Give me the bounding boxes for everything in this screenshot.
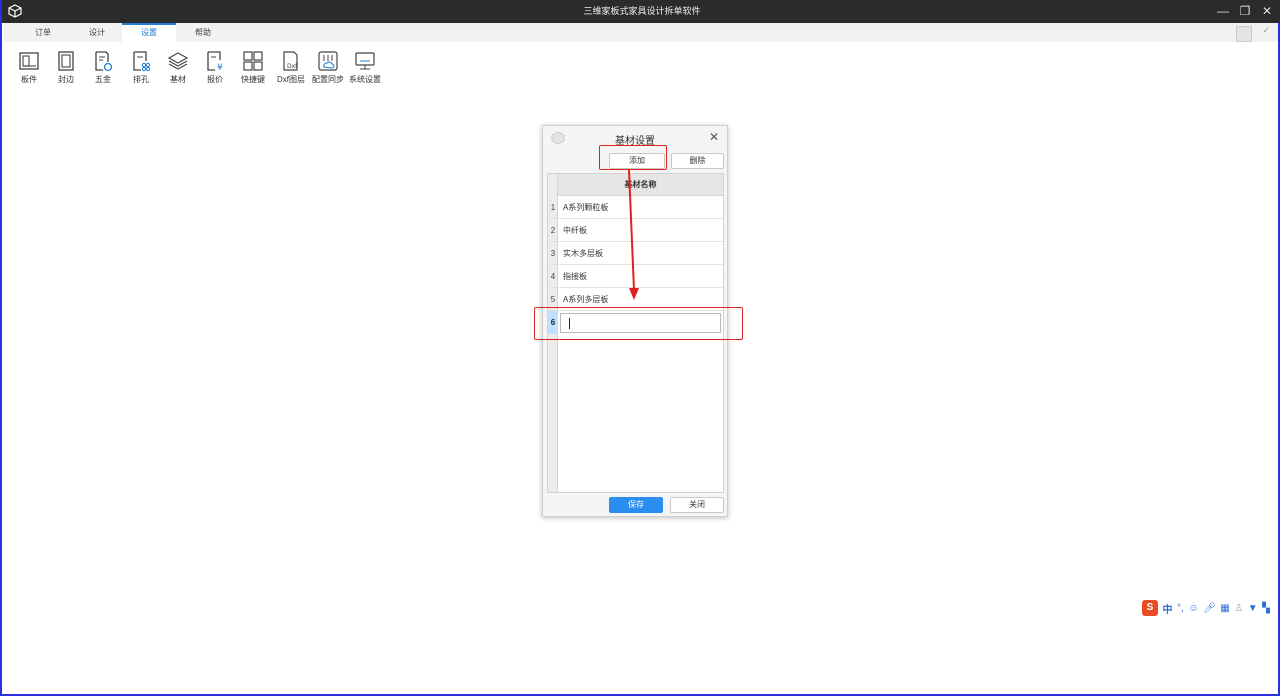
tool-system-settings[interactable]: 系统设置	[346, 50, 384, 98]
hardware-icon	[95, 51, 113, 72]
table-row[interactable]: 1 A系列颗粒板	[548, 196, 723, 219]
material-name-cell[interactable]: A系列颗粒板	[563, 196, 608, 219]
hole-layout-icon	[133, 51, 151, 72]
column-header-name[interactable]: 基材名称	[558, 174, 723, 196]
table-row[interactable]: 2 中纤板	[548, 219, 723, 242]
input-mode-toggle[interactable]: 中	[1163, 601, 1173, 616]
tab-settings[interactable]: 设置	[122, 23, 176, 42]
chevron-check-icon[interactable]: ✓	[1262, 25, 1270, 36]
table-row[interactable]: 3 实木多层板	[548, 242, 723, 265]
shortcut-grid-icon	[243, 51, 263, 71]
dxf-icon: Dxf	[283, 51, 298, 71]
tool-quote[interactable]: ¥ 报价	[196, 50, 234, 98]
row-number: 1	[550, 203, 556, 212]
tab-design[interactable]: 设计	[70, 23, 124, 42]
minimize-button[interactable]: —	[1212, 0, 1234, 23]
annotation-highlight-add	[599, 145, 667, 170]
tool-label: 快捷键	[241, 75, 265, 84]
save-button[interactable]: 保存	[609, 497, 663, 513]
title-bar: 三维家板式家具设计拆单软件 — ❐ ✕	[2, 0, 1280, 23]
tool-label: Dxf图层	[277, 75, 305, 84]
close-window-button[interactable]: ✕	[1256, 0, 1278, 23]
svg-text:Dxf: Dxf	[287, 63, 298, 70]
row-number: 3	[550, 249, 556, 258]
tool-label: 配置同步	[312, 75, 344, 84]
annotation-highlight-new-row	[534, 307, 743, 340]
settings-toolbar: 板件 封边 五金 排孔 基材 ¥ 报价 快捷键 Dxf Dxf图层 配置同步 系…	[4, 42, 1278, 98]
tool-board[interactable]: 板件	[10, 50, 48, 98]
tab-order[interactable]: 订单	[16, 23, 70, 42]
delete-button[interactable]: 删除	[671, 153, 724, 169]
material-name-cell[interactable]: 指接板	[563, 265, 587, 288]
monitor-icon	[355, 52, 375, 70]
tool-edge-banding[interactable]: 封边	[47, 50, 85, 98]
tool-label: 板件	[21, 75, 37, 84]
tool-label: 报价	[207, 75, 223, 84]
row-number: 4	[550, 272, 556, 281]
close-icon[interactable]: ✕	[709, 130, 719, 144]
quote-icon: ¥	[207, 51, 223, 72]
menu-tabs: 订单 设计 设置 帮助 ✓	[4, 23, 1278, 42]
table-row[interactable]: 4 指接板	[548, 265, 723, 288]
smile-icon[interactable]: ☺	[1188, 603, 1198, 614]
app-window: 三维家板式家具设计拆单软件 — ❐ ✕ 订单 设计 设置 帮助 ✓ 板件 封边	[0, 0, 1280, 696]
layout-toggle-button[interactable]	[1236, 26, 1252, 42]
punctuation-toggle[interactable]: °,	[1177, 603, 1184, 614]
material-name-cell[interactable]: 实木多层板	[563, 242, 603, 265]
tool-label: 基材	[170, 75, 186, 84]
tool-label: 封边	[58, 75, 74, 84]
tool-shortcuts[interactable]: 快捷键	[234, 50, 272, 98]
sync-config-icon	[318, 51, 338, 71]
shirt-icon[interactable]: ▼	[1248, 603, 1258, 614]
tool-label: 五金	[95, 75, 111, 84]
ime-toolbar: S 中 °, ☺ 🎤︎ ▦ ♙ ▼ ▚	[1142, 600, 1280, 618]
tool-dxf-layers[interactable]: Dxf Dxf图层	[272, 50, 310, 98]
tool-label: 系统设置	[349, 75, 381, 84]
close-button[interactable]: 关闭	[670, 497, 724, 513]
keyboard-icon[interactable]: ▦	[1220, 603, 1229, 614]
layers-icon	[167, 52, 189, 70]
tab-help[interactable]: 帮助	[176, 23, 230, 42]
user-icon[interactable]: ♙	[1234, 603, 1243, 614]
row-number: 2	[550, 226, 556, 235]
grid-icon[interactable]: ▚	[1262, 603, 1270, 614]
restore-button[interactable]: ❐	[1234, 0, 1256, 23]
tool-label: 排孔	[133, 75, 149, 84]
tool-sync-config[interactable]: 配置同步	[309, 50, 347, 98]
sogou-logo-icon[interactable]: S	[1142, 600, 1158, 616]
window-title: 三维家板式家具设计拆单软件	[583, 6, 701, 16]
board-icon	[19, 52, 39, 70]
tool-base-material[interactable]: 基材	[159, 50, 197, 98]
mic-icon[interactable]: 🎤︎	[1203, 603, 1216, 614]
tool-hardware[interactable]: 五金	[84, 50, 122, 98]
material-name-cell[interactable]: 中纤板	[563, 219, 587, 242]
tool-hole-layout[interactable]: 排孔	[122, 50, 160, 98]
svg-text:¥: ¥	[217, 63, 223, 72]
edge-banding-icon	[58, 51, 74, 71]
